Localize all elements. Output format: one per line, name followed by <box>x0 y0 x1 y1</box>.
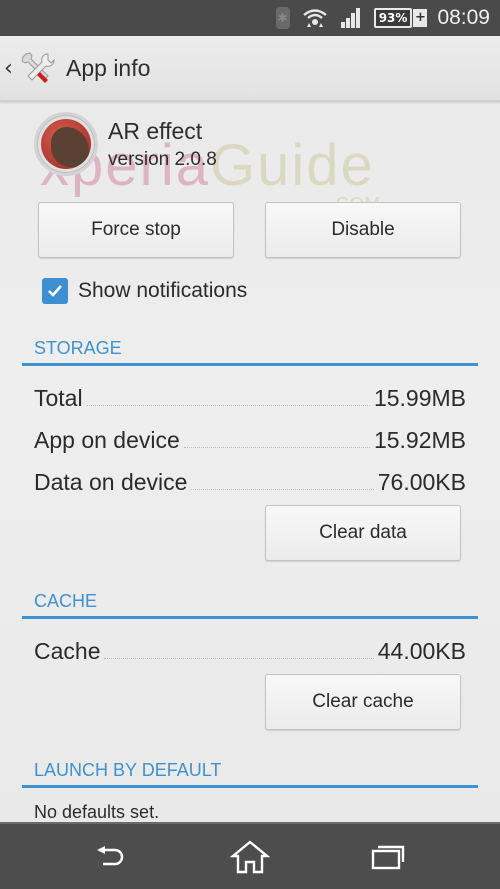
storage-row-total: Total 15.99MB <box>34 376 466 412</box>
signal-icon <box>340 8 362 28</box>
recent-apps-icon <box>371 845 405 870</box>
app-header: AR effect version 2.0.8 <box>34 112 217 176</box>
back-button[interactable] <box>88 838 132 876</box>
row-value: 44.00KB <box>377 638 466 664</box>
app-name: AR effect <box>108 118 203 144</box>
storage-section-header: STORAGE <box>22 334 478 366</box>
app-icon <box>34 112 98 176</box>
clear-cache-button[interactable]: Clear cache <box>265 674 461 730</box>
row-value: 15.92MB <box>373 427 466 453</box>
clock: 08:09 <box>437 6 490 29</box>
checkmark-icon <box>48 285 62 297</box>
row-label: Total <box>34 385 83 411</box>
disable-button[interactable]: Disable <box>265 202 461 258</box>
back-icon <box>97 846 124 866</box>
charging-icon: + <box>413 9 428 27</box>
wifi-icon <box>302 7 328 29</box>
home-icon <box>230 840 270 874</box>
action-bar: ‹ App info <box>0 36 500 102</box>
row-label: Data on device <box>34 469 188 495</box>
storage-header-label: STORAGE <box>34 338 122 358</box>
launch-default-section-header: LAUNCH BY DEFAULT <box>22 756 478 788</box>
row-label: App on device <box>34 427 180 453</box>
show-notifications-row[interactable]: Show notifications <box>42 278 247 304</box>
clear-data-button[interactable]: Clear data <box>265 505 461 561</box>
app-info-content[interactable]: xperiaGuide .COM AR effect version 2.0.8… <box>0 104 500 822</box>
settings-tools-icon[interactable] <box>20 50 56 86</box>
watermark-text-2: Guide <box>209 133 375 198</box>
no-defaults-text: No defaults set. <box>34 802 160 822</box>
storage-row-app: App on device 15.92MB <box>34 418 466 454</box>
launch-default-header-label: LAUNCH BY DEFAULT <box>34 760 222 780</box>
show-notifications-label: Show notifications <box>78 279 248 302</box>
row-value: 15.99MB <box>373 385 466 411</box>
bluetooth-icon: ✱ <box>275 7 290 29</box>
row-label: Cache <box>34 638 101 664</box>
row-value: 76.00KB <box>377 469 466 495</box>
page-title: App info <box>66 54 151 81</box>
battery-percent: 93% <box>373 8 413 28</box>
battery-indicator: 93% + <box>373 8 428 28</box>
up-navigation-icon[interactable]: ‹ <box>4 56 18 81</box>
show-notifications-checkbox[interactable] <box>42 278 68 304</box>
cache-section-header: CACHE <box>22 587 478 619</box>
force-stop-button[interactable]: Force stop <box>38 202 234 258</box>
cache-header-label: CACHE <box>34 591 98 611</box>
recent-apps-button[interactable] <box>366 838 410 876</box>
cache-row: Cache 44.00KB <box>34 629 466 665</box>
app-version: version 2.0.8 <box>108 149 217 170</box>
storage-row-data: Data on device 76.00KB <box>34 460 466 496</box>
status-bar: ✱ 93% + 08:09 <box>0 0 500 36</box>
navigation-bar <box>0 822 500 889</box>
home-button[interactable] <box>228 838 272 876</box>
